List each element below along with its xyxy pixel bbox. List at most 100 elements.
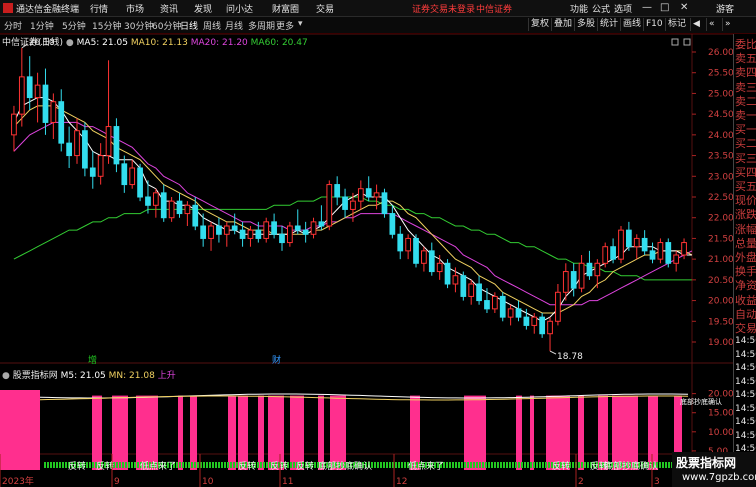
tick-time: 14:50: [735, 336, 756, 346]
candle-body: [468, 283, 475, 297]
tool-duogu[interactable]: 多股: [574, 18, 597, 31]
period-tab-1min[interactable]: 1分钟: [30, 19, 54, 32]
candle-body: [302, 229, 309, 235]
tool-fuquan[interactable]: 复权: [528, 18, 551, 31]
candle-body: [113, 126, 120, 165]
indicator-bar: [612, 395, 638, 470]
broker-name[interactable]: 中信证券: [476, 2, 512, 15]
settings-circle-icon[interactable]: ●: [2, 371, 10, 381]
signal-dot: [662, 462, 664, 468]
minimize-icon[interactable]: —: [642, 2, 652, 13]
price-tick-label: 21.50: [708, 234, 733, 244]
candle-body: [129, 167, 136, 186]
menu-jiaoyi[interactable]: 交易: [316, 2, 334, 15]
menu-hangqing[interactable]: 行情: [90, 2, 108, 15]
candle-body: [192, 204, 199, 227]
chevron-double-right-icon[interactable]: »: [722, 18, 733, 31]
candle-body: [216, 225, 222, 235]
signal-dot: [485, 462, 487, 468]
candle-body: [397, 233, 404, 252]
period-tab-multi[interactable]: 多周期: [248, 19, 275, 32]
chevron-left-icon[interactable]: ◀: [690, 18, 702, 31]
tick-time: 14:50: [735, 363, 756, 373]
period-tab-daily[interactable]: 日线: [180, 19, 198, 32]
candle-body: [74, 130, 80, 157]
quote-side-panel[interactable]: 委比 卖五 卖四 卖三 卖二 卖一 买一 买二 买三 买四 买五 现价 涨跌 涨幅 总量 外盘 换手 净资 收益 自动…: [733, 34, 756, 487]
indicator-bar: [136, 395, 158, 470]
event-mark-zeng[interactable]: 增: [88, 354, 97, 366]
tool-tongji[interactable]: 统计: [597, 18, 620, 31]
kline-chart[interactable]: 26.00 25.50 25.00 24.50 24.00 23.50 23.00 22.50…: [0, 34, 733, 487]
signal-dot: [221, 462, 223, 468]
menu-shichang[interactable]: 市场: [126, 2, 144, 15]
ma5-label: MA5: 21.05: [76, 38, 128, 48]
signal-dot: [542, 462, 544, 468]
signal-dot: [512, 462, 514, 468]
menu-faxian[interactable]: 发现: [194, 2, 212, 15]
period-tab-15min[interactable]: 15分钟: [92, 19, 121, 32]
menu-xuanxiang[interactable]: 选项: [614, 2, 632, 15]
indicator-name[interactable]: 股票指标网: [13, 371, 58, 381]
signal-dot: [470, 462, 472, 468]
period-tab-more[interactable]: 更多: [276, 19, 294, 32]
period-tab-5min[interactable]: 5分钟: [62, 19, 86, 32]
signal-dot: [44, 462, 46, 468]
signal-dot: [380, 462, 382, 468]
period-tab-60min[interactable]: 60分钟: [152, 19, 181, 32]
candle-body: [342, 196, 348, 210]
signal-dot: [401, 462, 403, 468]
signal-label: 反转: [68, 460, 86, 472]
signal-dot: [386, 462, 388, 468]
signal-dot: [197, 462, 199, 468]
menu-gongneng[interactable]: 功能: [570, 2, 588, 15]
signal-dot: [458, 462, 460, 468]
period-tab-monthly[interactable]: 月线: [225, 19, 243, 32]
candle-body: [460, 275, 467, 297]
candle-body: [673, 254, 680, 264]
signal-dot: [488, 462, 490, 468]
period-tab-fenshi[interactable]: 分时: [4, 19, 22, 32]
chevron-down-icon[interactable]: ▾: [298, 19, 303, 29]
signal-dot: [455, 462, 457, 468]
settings-circle-icon[interactable]: ●: [66, 38, 74, 48]
indicator-bar: [268, 395, 284, 470]
event-mark-cai[interactable]: 财: [272, 354, 281, 366]
tool-biaoji[interactable]: 标记: [665, 18, 688, 31]
trend-label: 上升: [157, 371, 176, 381]
tool-huaxian[interactable]: 画线: [620, 18, 643, 31]
price-tick-label: 25.50: [708, 69, 733, 79]
ma60-label: MA60: 20.47: [250, 38, 308, 48]
signal-dot: [263, 462, 265, 468]
signal-dot: [86, 462, 88, 468]
date-tick-label: 9: [114, 477, 120, 487]
period-tab-weekly[interactable]: 周线: [203, 19, 221, 32]
candle-body: [58, 101, 65, 144]
login-warning[interactable]: 证券交易未登录: [412, 2, 475, 15]
signal-label: 反转: [96, 460, 114, 472]
tool-diejia[interactable]: 叠加: [551, 18, 574, 31]
chevron-double-left-icon[interactable]: «: [706, 18, 717, 31]
tick-time: 14:50: [735, 417, 756, 427]
period-tab-30min[interactable]: 30分钟: [124, 19, 153, 32]
candle-body: [633, 237, 640, 248]
candle-body: [326, 184, 333, 227]
candle-body: [18, 76, 25, 115]
app-title: 通达信金融终端: [16, 5, 80, 15]
tool-f10[interactable]: F10: [643, 18, 665, 31]
candle-body: [350, 200, 356, 210]
candle-body: [50, 101, 57, 123]
guest-label[interactable]: 游客: [716, 2, 734, 15]
signal-dot: [266, 462, 268, 468]
candle-body: [531, 316, 538, 326]
close-icon[interactable]: ✕: [680, 2, 688, 13]
stock-name[interactable]: 中信证券(日线): [2, 38, 63, 48]
menu-wenxiaoda[interactable]: 问小达: [226, 2, 253, 15]
restore-icon[interactable]: □: [660, 2, 669, 13]
price-tick-label: 22.50: [708, 193, 733, 203]
candle-body: [602, 246, 609, 264]
menu-gongshi[interactable]: 公式: [592, 2, 610, 15]
menu-zixun[interactable]: 资讯: [160, 2, 178, 15]
signal-dot: [476, 462, 478, 468]
menu-caifuquan[interactable]: 财富圈: [272, 2, 299, 15]
indicator-bar: [546, 395, 570, 470]
